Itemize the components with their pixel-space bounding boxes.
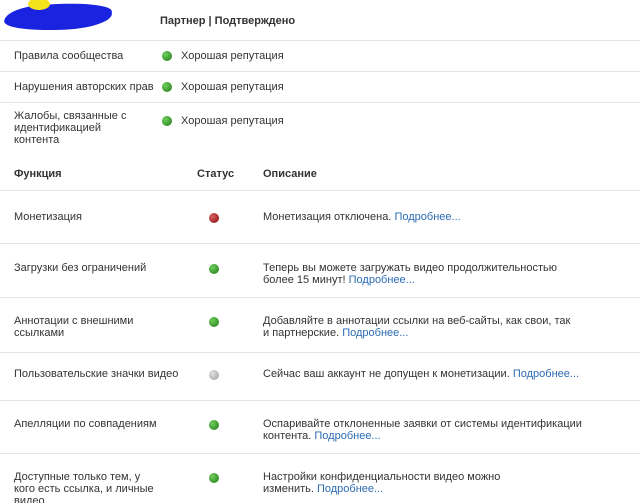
feature-description: Настройки конфиденциальности видео можно… <box>263 471 501 495</box>
reputation-value: Хорошая репутация <box>181 81 284 93</box>
status-dot-icon <box>209 370 219 380</box>
more-link[interactable]: Подробнее... <box>342 327 408 339</box>
reputation-row-community: Правила сообщества Хорошая репутация <box>0 41 640 72</box>
account-name-redacted <box>3 0 113 33</box>
reputation-row-copyright: Нарушения авторских прав Хорошая репутац… <box>0 72 640 103</box>
status-dot-icon <box>162 51 172 61</box>
status-dot-icon <box>162 82 172 92</box>
feature-name: Апелляции по совпадениям <box>14 418 157 430</box>
status-dot-icon <box>209 264 219 274</box>
channel-status-page: Партнер | Подтверждено Правила сообществ… <box>0 0 640 503</box>
reputation-label: Нарушения авторских прав <box>14 81 154 93</box>
account-status-text: Партнер | Подтверждено <box>160 15 296 27</box>
table-row: Аннотации с внешними ссылками Добавляйте… <box>0 298 640 353</box>
feature-name: Доступные только тем, у кого есть ссылка… <box>14 471 154 503</box>
more-link[interactable]: Подробнее... <box>317 483 383 495</box>
redaction-scribble <box>3 1 113 33</box>
reputation-row-content-id: Жалобы, связанные с идентификацией конте… <box>0 103 640 146</box>
more-link[interactable]: Подробнее... <box>349 274 415 286</box>
feature-description: Монетизация отключена. Подробнее... <box>263 211 461 223</box>
reputation-value: Хорошая репутация <box>181 115 284 127</box>
feature-name: Загрузки без ограничений <box>14 262 147 274</box>
more-link[interactable]: Подробнее... <box>394 211 460 223</box>
table-row: Пользовательские значки видео Сейчас ваш… <box>0 353 640 401</box>
status-dot-icon <box>162 116 172 126</box>
feature-description: Сейчас ваш аккаунт не допущен к монетиза… <box>263 368 580 380</box>
table-row: Апелляции по совпадениям Оспаривайте отк… <box>0 401 640 454</box>
feature-name: Аннотации с внешними ссылками <box>14 315 134 339</box>
account-header: Партнер | Подтверждено <box>0 0 640 41</box>
more-link[interactable]: Подробнее... <box>513 368 579 380</box>
feature-name: Пользовательские значки видео <box>14 368 179 380</box>
status-dot-icon <box>209 473 219 483</box>
table-row: Загрузки без ограничений Теперь вы может… <box>0 244 640 298</box>
reputation-value: Хорошая репутация <box>181 50 284 62</box>
status-dot-icon <box>209 317 219 327</box>
reputation-label: Правила сообщества <box>14 50 124 62</box>
feature-description: Оспаривайте отклоненные заявки от систем… <box>263 418 582 442</box>
feature-description: Добавляйте в аннотации ссылки на веб-сай… <box>263 315 571 339</box>
feature-description: Теперь вы можете загружать видео продолж… <box>263 262 558 286</box>
table-row: Доступные только тем, у кого есть ссылка… <box>0 454 640 503</box>
column-header-feature: Функция <box>14 168 62 180</box>
column-header-status: Статус <box>197 168 235 180</box>
status-dot-icon <box>209 420 219 430</box>
feature-name: Монетизация <box>14 211 82 223</box>
status-dot-icon <box>209 213 219 223</box>
column-header-description: Описание <box>263 168 317 180</box>
reputation-label: Жалобы, связанные с идентификацией конте… <box>14 110 127 146</box>
table-row: Монетизация Монетизация отключена. Подро… <box>0 191 640 244</box>
more-link[interactable]: Подробнее... <box>314 430 380 442</box>
